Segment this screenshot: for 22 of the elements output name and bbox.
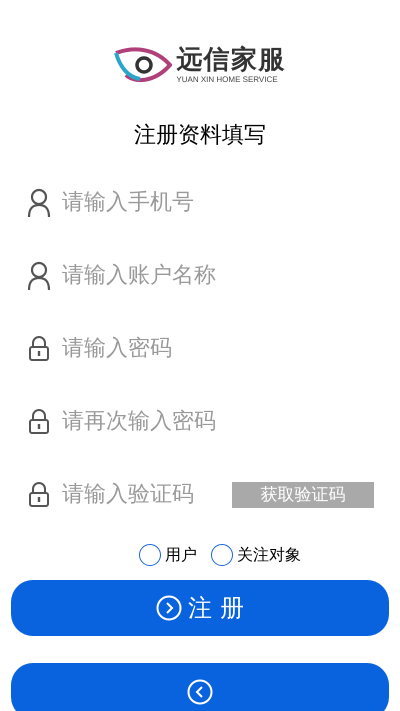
radio-button[interactable] [139,544,161,566]
input-field[interactable]: 请输入账户名称 [62,259,374,292]
input-field[interactable]: 请再次输入密码 [62,405,374,438]
user-icon [27,260,51,290]
lock-icon [28,482,50,508]
user-icon [27,188,51,218]
radio-label: 用户 [165,544,197,566]
register-button[interactable]: 注 册 [11,580,389,636]
chevron-left-circle-icon [187,679,213,705]
input-field[interactable]: 请输入手机号 [62,186,374,219]
logo-name: 远信家服 [176,45,286,75]
input-field[interactable]: 请输入验证码 [62,478,222,511]
back-button[interactable] [11,663,389,711]
input-field[interactable]: 请输入密码 [62,332,374,365]
logo-subtitle: YUAN XIN HOME SERVICE [176,75,279,85]
lock-icon [28,408,50,434]
chevron-right-circle-icon [156,595,182,621]
eye-logo-icon [114,45,172,85]
page-title: 注册资料填写 [134,122,266,150]
lock-icon [28,336,50,362]
radio-label: 关注对象 [237,544,301,566]
radio-button[interactable] [211,544,233,566]
